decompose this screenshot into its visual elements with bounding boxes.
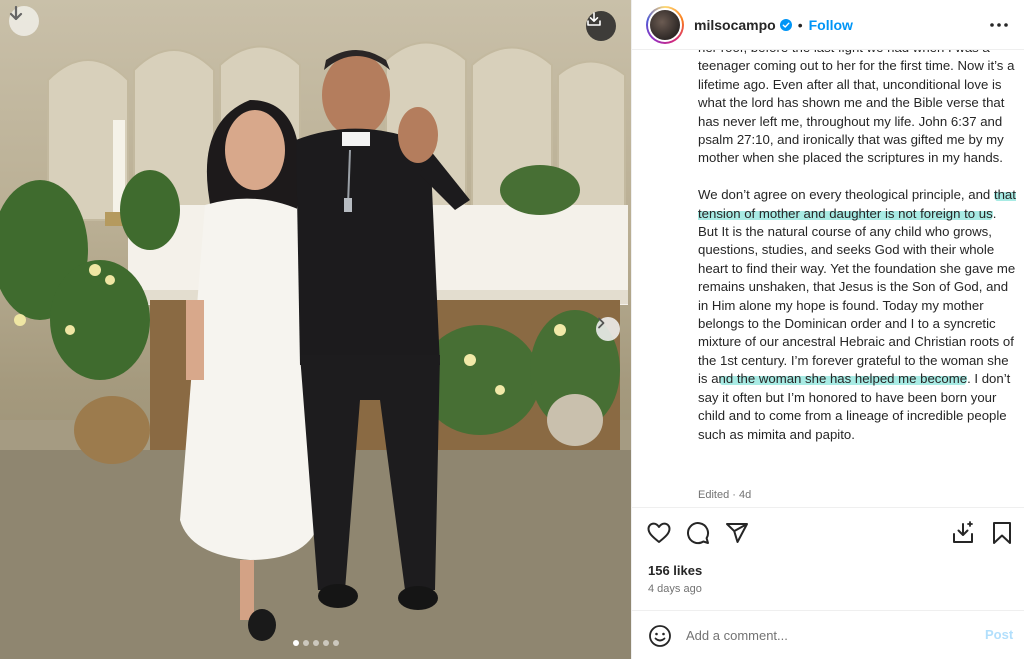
carousel-dot bbox=[293, 640, 299, 646]
download-arrow-icon bbox=[9, 6, 23, 21]
comment-input[interactable] bbox=[686, 623, 966, 647]
share-icon bbox=[726, 523, 748, 543]
download-button[interactable] bbox=[586, 11, 616, 41]
like-count[interactable]: 156 likes bbox=[648, 563, 702, 578]
download-tray-icon bbox=[587, 12, 601, 26]
heart-icon bbox=[647, 522, 671, 543]
username-link[interactable]: milsocampo bbox=[694, 17, 776, 33]
comment-icon bbox=[687, 522, 710, 545]
carousel-dot bbox=[333, 640, 339, 646]
more-options-button[interactable] bbox=[989, 16, 1009, 34]
action-bar bbox=[632, 507, 1024, 557]
bookmark-icon bbox=[993, 522, 1011, 544]
comment-bar: Post bbox=[632, 610, 1024, 659]
post-header: milsocampo • Follow bbox=[632, 0, 1024, 50]
caption-highlight: nd the woman she has helped me become bbox=[718, 371, 968, 387]
carousel-indicator bbox=[293, 640, 339, 646]
chevron-right-icon bbox=[598, 317, 605, 329]
avatar-image bbox=[648, 7, 682, 42]
bookmark-button[interactable] bbox=[989, 520, 1015, 546]
save-to-collection-icon bbox=[953, 521, 973, 543]
follow-button[interactable]: Follow bbox=[809, 17, 853, 33]
caption-text: . But It is the natural course of any ch… bbox=[698, 205, 1016, 387]
edited-timestamp: Edited · 4d bbox=[698, 489, 752, 501]
post-comment-button[interactable]: Post bbox=[985, 627, 1013, 642]
caption-paragraph: We don’t agree on every theological prin… bbox=[698, 186, 1016, 444]
avatar[interactable] bbox=[646, 5, 684, 44]
post-panel: milsocampo • Follow her roof, before the… bbox=[631, 0, 1024, 659]
download-arrow-button[interactable] bbox=[9, 6, 39, 36]
post-time[interactable]: 4 days ago bbox=[648, 583, 702, 595]
caption-text: We don’t agree on every theological prin… bbox=[698, 187, 994, 203]
caption-paragraph: her roof, before the last fight we had w… bbox=[698, 40, 1015, 166]
comment-button[interactable] bbox=[685, 520, 711, 546]
more-horizontal-icon bbox=[990, 23, 1008, 27]
share-button[interactable] bbox=[724, 520, 750, 546]
photo-scene bbox=[0, 41, 631, 659]
like-button[interactable] bbox=[646, 520, 672, 546]
carousel-dot bbox=[303, 640, 309, 646]
carousel-next-button[interactable] bbox=[596, 317, 620, 341]
verified-badge-icon bbox=[779, 18, 792, 31]
carousel-dot bbox=[313, 640, 319, 646]
post-caption: her roof, before the last fight we had w… bbox=[698, 39, 1016, 509]
post-photo[interactable] bbox=[0, 0, 631, 659]
save-to-collection-button[interactable] bbox=[950, 520, 976, 546]
header-separator: • bbox=[797, 16, 803, 33]
carousel-dot bbox=[323, 640, 329, 646]
emoji-icon[interactable] bbox=[648, 624, 672, 648]
